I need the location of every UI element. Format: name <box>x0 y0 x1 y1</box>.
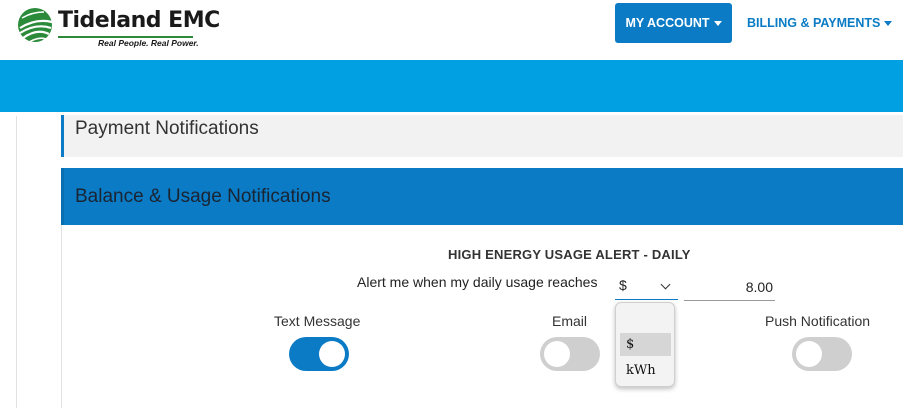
push-notification-label: Push Notification <box>765 313 871 329</box>
unit-select-value: $ <box>619 277 627 293</box>
logo-globe-icon <box>18 8 53 45</box>
push-notification-toggle[interactable] <box>792 337 852 371</box>
unit-dropdown-list: $ kWh <box>615 302 675 387</box>
nav-my-account-label: MY ACCOUNT <box>625 16 710 30</box>
threshold-amount-input[interactable]: 8.00 <box>684 272 775 301</box>
caret-down-icon <box>884 20 893 26</box>
sidebar-divider <box>16 116 17 408</box>
payment-notifications-heading: Payment Notifications <box>75 118 259 139</box>
threshold-amount-value: 8.00 <box>745 279 773 295</box>
toggle-knob <box>319 341 345 367</box>
toggle-knob <box>796 341 822 367</box>
panel-body-border <box>61 225 62 408</box>
nav-billing-payments[interactable]: BILLING & PAYMENTS <box>747 3 893 43</box>
nav-billing-payments-label: BILLING & PAYMENTS <box>747 16 881 30</box>
text-message-label: Text Message <box>274 313 361 329</box>
banner-band <box>0 60 903 112</box>
logo-name: Tideland EMC <box>58 8 220 33</box>
email-toggle[interactable] <box>540 337 600 371</box>
site-header: Tideland EMC Real People. Real Power. MY… <box>0 0 903 60</box>
caret-down-icon <box>713 20 722 26</box>
logo-tagline: Real People. Real Power. <box>98 38 199 48</box>
balance-usage-heading: Balance & Usage Notifications <box>75 186 331 207</box>
alert-title: HIGH ENERGY USAGE ALERT - DAILY <box>448 247 691 262</box>
tideland-logo[interactable]: Tideland EMC Real People. Real Power. <box>16 6 220 50</box>
toggle-knob <box>544 341 570 367</box>
alert-threshold-label: Alert me when my daily usage reaches <box>357 274 598 290</box>
balance-usage-panel[interactable]: Balance & Usage Notifications <box>61 168 903 225</box>
unit-select[interactable]: $ <box>615 272 678 300</box>
payment-notifications-panel[interactable]: Payment Notifications <box>61 115 903 157</box>
unit-option-dollar[interactable]: $ <box>620 333 671 356</box>
chevron-down-icon <box>660 279 671 290</box>
text-message-toggle[interactable] <box>289 337 349 371</box>
email-label: Email <box>552 313 588 329</box>
unit-option-kwh[interactable]: kWh <box>620 359 671 382</box>
nav-my-account[interactable]: MY ACCOUNT <box>615 3 732 43</box>
